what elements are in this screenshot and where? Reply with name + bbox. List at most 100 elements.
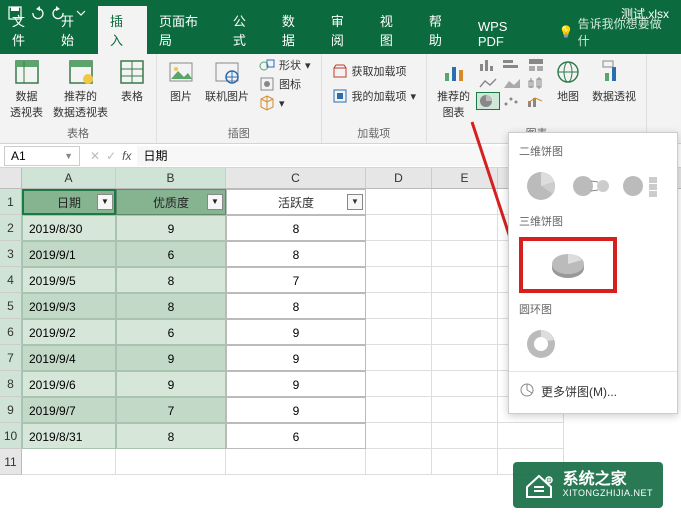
cell-quality[interactable]: 8 [116, 423, 226, 449]
tab-home[interactable]: 开始 [49, 6, 98, 54]
bar-chart-button[interactable] [500, 56, 524, 74]
hierarchy-chart-button[interactable] [524, 56, 548, 74]
fx-icon[interactable]: fx [122, 149, 131, 163]
pie-3d-button[interactable] [519, 237, 617, 293]
recommended-pivot-button[interactable]: 推荐的 数据透视表 [49, 56, 112, 122]
cell-quality[interactable]: 7 [116, 397, 226, 423]
cell-date[interactable]: 2019/9/5 [22, 267, 116, 293]
stat-chart-button[interactable] [524, 74, 548, 92]
cell[interactable] [432, 293, 498, 319]
cell[interactable] [366, 423, 432, 449]
cell[interactable] [366, 241, 432, 267]
filter-button[interactable]: ▼ [97, 194, 113, 210]
header-date[interactable]: 日期▼ [22, 189, 116, 215]
area-chart-button[interactable] [500, 74, 524, 92]
col-header-A[interactable]: A [22, 168, 116, 188]
donut-button[interactable] [519, 325, 563, 363]
row-header[interactable]: 11 [0, 449, 22, 475]
cell-quality[interactable]: 8 [116, 267, 226, 293]
cell[interactable] [432, 423, 498, 449]
cell[interactable] [432, 449, 498, 475]
pivot-table-button[interactable]: 数据 透视表 [6, 56, 47, 122]
cancel-icon[interactable]: ✕ [90, 149, 100, 163]
icons-button[interactable]: 图标 [255, 75, 315, 93]
shapes-button[interactable]: 形状▾ [255, 56, 315, 74]
tab-formula[interactable]: 公式 [221, 6, 270, 54]
cell-activity[interactable]: 9 [226, 397, 366, 423]
row-header[interactable]: 8 [0, 371, 22, 397]
cell[interactable] [366, 345, 432, 371]
confirm-icon[interactable]: ✓ [106, 149, 116, 163]
cell[interactable] [432, 319, 498, 345]
cell[interactable] [366, 371, 432, 397]
cell[interactable] [366, 215, 432, 241]
cell-date[interactable]: 2019/8/31 [22, 423, 116, 449]
tab-layout[interactable]: 页面布局 [147, 6, 221, 54]
get-addins-button[interactable]: 获取加载项 [328, 62, 421, 80]
pie-chart-button[interactable] [476, 92, 500, 110]
cell[interactable] [366, 449, 432, 475]
cell[interactable] [498, 423, 564, 449]
recommended-charts-button[interactable]: 推荐的 图表 [433, 56, 474, 122]
filter-button[interactable]: ▼ [347, 194, 363, 210]
cell[interactable] [366, 397, 432, 423]
cell[interactable] [366, 319, 432, 345]
row-header[interactable]: 5 [0, 293, 22, 319]
select-all-corner[interactable] [0, 168, 22, 188]
cell[interactable] [432, 371, 498, 397]
col-header-C[interactable]: C [226, 168, 366, 188]
3d-models-button[interactable]: ▾ [255, 94, 315, 112]
cell[interactable] [432, 345, 498, 371]
row-header[interactable]: 9 [0, 397, 22, 423]
row-header[interactable]: 10 [0, 423, 22, 449]
name-box[interactable]: A1 ▼ [4, 146, 80, 166]
row-header[interactable]: 6 [0, 319, 22, 345]
tab-data[interactable]: 数据 [270, 6, 319, 54]
scatter-chart-button[interactable] [500, 92, 524, 110]
cell[interactable] [432, 397, 498, 423]
row-header[interactable]: 7 [0, 345, 22, 371]
cell-quality[interactable]: 6 [116, 319, 226, 345]
cell[interactable] [366, 293, 432, 319]
tab-review[interactable]: 审阅 [319, 6, 368, 54]
cell-date[interactable]: 2019/9/1 [22, 241, 116, 267]
cell-date[interactable]: 2019/9/2 [22, 319, 116, 345]
combo-chart-button[interactable] [524, 92, 548, 110]
cell[interactable] [498, 449, 564, 475]
picture-button[interactable]: 图片 [163, 56, 199, 106]
line-chart-button[interactable] [476, 74, 500, 92]
row-header[interactable]: 4 [0, 267, 22, 293]
cell-activity[interactable]: 8 [226, 241, 366, 267]
cell-activity[interactable]: 9 [226, 371, 366, 397]
cell-activity[interactable]: 8 [226, 293, 366, 319]
cell-date[interactable]: 2019/9/4 [22, 345, 116, 371]
row-header[interactable]: 1 [0, 189, 22, 215]
online-picture-button[interactable]: 联机图片 [201, 56, 253, 106]
cell[interactable] [366, 267, 432, 293]
cell-activity[interactable]: 9 [226, 319, 366, 345]
col-header-B[interactable]: B [116, 168, 226, 188]
tab-wps-pdf[interactable]: WPS PDF [466, 14, 547, 54]
my-addins-button[interactable]: 我的加载项▾ [328, 87, 421, 105]
maps-button[interactable]: 地图 [550, 56, 586, 106]
cell-date[interactable]: 2019/9/7 [22, 397, 116, 423]
cell-date[interactable]: 2019/9/3 [22, 293, 116, 319]
col-header-D[interactable]: D [366, 168, 432, 188]
cell[interactable] [226, 449, 366, 475]
cell-quality[interactable]: 9 [116, 345, 226, 371]
cell-activity[interactable]: 7 [226, 267, 366, 293]
cell-activity[interactable]: 8 [226, 215, 366, 241]
tell-me[interactable]: 💡 告诉我你想要做什 [547, 10, 681, 54]
cell-quality[interactable]: 8 [116, 293, 226, 319]
cell-activity[interactable]: 6 [226, 423, 366, 449]
cell-date[interactable]: 2019/9/6 [22, 371, 116, 397]
cell[interactable] [116, 449, 226, 475]
table-button[interactable]: 表格 [114, 56, 150, 106]
row-header[interactable]: 2 [0, 215, 22, 241]
more-pie-charts-button[interactable]: 更多饼图(M)... [509, 376, 677, 407]
cell-quality[interactable]: 6 [116, 241, 226, 267]
bar-of-pie-button[interactable] [619, 167, 663, 205]
pie-of-pie-button[interactable] [569, 167, 613, 205]
cell-quality[interactable]: 9 [116, 215, 226, 241]
cell[interactable] [22, 449, 116, 475]
